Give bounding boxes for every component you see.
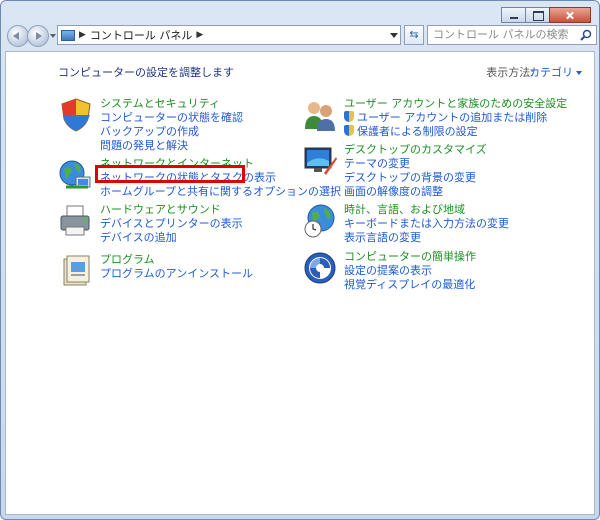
users-icon xyxy=(305,102,335,131)
link-optimize-display[interactable]: 視覚ディスプレイの最適化 xyxy=(344,278,476,292)
search-icon[interactable] xyxy=(580,29,592,41)
link-change-theme[interactable]: テーマの変更 xyxy=(344,157,487,171)
category-title-clock[interactable]: 時計、言語、および地域 xyxy=(344,203,509,217)
view-by-label: 表示方法: xyxy=(486,66,534,79)
link-uninstall-program[interactable]: プログラムのアンインストール xyxy=(100,267,253,281)
category-title-users[interactable]: ユーザー アカウントと家族のための安全設定 xyxy=(344,97,567,111)
control-panel-icon xyxy=(61,29,75,41)
link-adjust-resolution[interactable]: 画面の解像度の調整 xyxy=(344,185,487,199)
category-title-system[interactable]: システムとセキュリティ xyxy=(100,97,243,111)
link-add-device[interactable]: デバイスの追加 xyxy=(100,231,243,245)
network-globe-icon xyxy=(59,160,91,189)
link-change-background[interactable]: デスクトップの背景の変更 xyxy=(344,171,487,185)
chevron-down-icon xyxy=(576,71,582,75)
category-title-programs[interactable]: プログラム xyxy=(100,253,253,267)
view-by-dropdown[interactable]: カテゴリ xyxy=(529,64,582,80)
link-change-keyboard[interactable]: キーボードまたは入力方法の変更 xyxy=(344,217,509,231)
clock-globe-icon xyxy=(304,204,335,238)
security-shield-icon xyxy=(61,98,91,132)
forward-button[interactable] xyxy=(27,25,49,47)
maximize-button[interactable] xyxy=(525,7,550,23)
highlight-box xyxy=(95,165,245,183)
link-create-backup[interactable]: バックアップの作成 xyxy=(100,125,243,139)
address-dropdown-icon[interactable] xyxy=(390,33,398,38)
title-bar[interactable] xyxy=(1,1,599,23)
search-input[interactable]: コントロール パネルの検索 xyxy=(427,25,597,45)
search-placeholder: コントロール パネルの検索 xyxy=(433,28,569,41)
link-troubleshoot[interactable]: 問題の発見と解決 xyxy=(100,139,243,153)
link-homegroup-sharing[interactable]: ホームグループと共有に関するオプションの選択 xyxy=(100,185,341,199)
breadcrumb-control-panel[interactable]: コントロール パネル xyxy=(90,27,193,43)
printer-icon xyxy=(60,205,90,236)
control-panel-window: ▶ コントロール パネル ▶ ⇆ コントロール パネルの検索 コンピューターの設… xyxy=(0,0,600,520)
desktop-appearance-icon xyxy=(304,147,337,175)
category-title-hardware[interactable]: ハードウェアとサウンド xyxy=(100,203,243,217)
category-title-ease[interactable]: コンピューターの簡単操作 xyxy=(344,250,476,264)
category-title-appearance[interactable]: デスクトップのカスタマイズ xyxy=(344,143,487,157)
link-change-display-language[interactable]: 表示言語の変更 xyxy=(344,231,509,245)
refresh-button[interactable]: ⇆ xyxy=(404,25,424,45)
link-parental-controls[interactable]: 保護者による制限の設定 xyxy=(344,125,567,139)
ease-of-access-icon xyxy=(304,252,336,284)
link-get-recommendations[interactable]: 設定の提案の表示 xyxy=(344,264,476,278)
breadcrumb-arrow-icon[interactable]: ▶ xyxy=(79,30,86,40)
link-add-remove-accounts[interactable]: ユーザー アカウントの追加または削除 xyxy=(344,111,567,125)
page-heading: コンピューターの設定を調整します xyxy=(58,66,234,79)
link-devices-printers[interactable]: デバイスとプリンターの表示 xyxy=(100,217,243,231)
content-area: コンピューターの設定を調整します 表示方法: カテゴリ システムとセキュリティ … xyxy=(5,51,595,515)
breadcrumb-arrow-icon[interactable]: ▶ xyxy=(196,30,203,40)
close-button[interactable] xyxy=(549,7,591,23)
link-check-computer-status[interactable]: コンピューターの状態を確認 xyxy=(100,111,243,125)
window-controls xyxy=(501,7,591,23)
programs-icon xyxy=(63,255,90,286)
view-by-value: カテゴリ xyxy=(529,66,573,79)
minimize-button[interactable] xyxy=(501,7,526,23)
navigation-bar: ▶ コントロール パネル ▶ ⇆ コントロール パネルの検索 xyxy=(5,23,597,49)
back-button[interactable] xyxy=(7,25,29,47)
address-bar[interactable]: ▶ コントロール パネル ▶ xyxy=(57,25,401,45)
recent-pages-dropdown[interactable] xyxy=(50,34,56,38)
